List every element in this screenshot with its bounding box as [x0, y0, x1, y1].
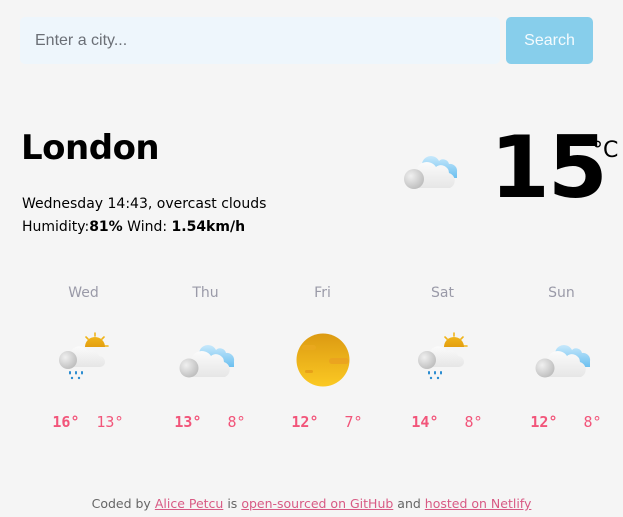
wind-label: Wind: — [127, 219, 168, 235]
cloud-icon — [533, 331, 591, 389]
forecast-temps: 13° 8° — [146, 413, 265, 431]
forecast-day: Thu 13° 8° — [146, 283, 265, 443]
forecast-day: Sat 14° 8° — [383, 283, 502, 443]
forecast-max-temp: 16° — [52, 413, 80, 431]
footer-is: is — [227, 496, 238, 511]
current-temperature: 15 — [490, 118, 608, 218]
forecast-min-temp: 8° — [227, 413, 246, 431]
footer-and: and — [397, 496, 421, 511]
forecast-day-name: Wed — [68, 285, 99, 301]
wind-value: 1.54km/h — [171, 219, 246, 235]
forecast-day: Fri 12° 7° — [263, 283, 382, 443]
date-description-line: Wednesday 14:43, overcast clouds — [22, 196, 267, 212]
forecast-min-temp: 7° — [344, 413, 363, 431]
forecast-min-temp: 13° — [96, 413, 124, 431]
forecast-temps: 14° 8° — [383, 413, 502, 431]
forecast: Wed 16° 13° Thu 13° 8° Fri 12° 7° Sat 14… — [24, 283, 623, 443]
humidity-value: 81% — [89, 219, 123, 235]
forecast-temps: 12° 7° — [263, 413, 382, 431]
netlify-link[interactable]: hosted on Netlify — [425, 496, 532, 511]
forecast-max-temp: 12° — [291, 413, 319, 431]
forecast-max-temp: 14° — [411, 413, 439, 431]
cloud-icon — [177, 331, 235, 389]
forecast-max-temp: 12° — [530, 413, 558, 431]
forecast-day-name: Fri — [314, 285, 331, 301]
current-day-time: Wednesday 14:43 — [22, 196, 148, 212]
rain-sun-cloud-icon — [414, 331, 472, 389]
weather-description: overcast clouds — [156, 196, 267, 212]
forecast-max-temp: 13° — [174, 413, 202, 431]
forecast-min-temp: 8° — [464, 413, 483, 431]
weather-app: Search London Wednesday 14:43, overcast … — [0, 0, 623, 517]
rain-sun-cloud-icon — [55, 331, 113, 389]
overcast-clouds-icon — [400, 148, 460, 192]
forecast-day-name: Thu — [192, 285, 219, 301]
forecast-day: Wed 16° 13° — [24, 283, 143, 443]
footer-prefix: Coded by — [91, 496, 151, 511]
humidity-label: Humidity: — [22, 219, 90, 235]
search-form: Search — [20, 17, 593, 64]
author-link[interactable]: Alice Petcu — [155, 496, 224, 511]
forecast-day-name: Sun — [548, 285, 575, 301]
sun-icon — [294, 331, 352, 389]
search-button[interactable]: Search — [506, 17, 593, 64]
city-search-input[interactable] — [20, 17, 500, 64]
forecast-temps: 16° 13° — [24, 413, 143, 431]
forecast-temps: 12° 8° — [502, 413, 621, 431]
forecast-day: Sun 12° 8° — [502, 283, 621, 443]
forecast-min-temp: 8° — [583, 413, 602, 431]
github-link[interactable]: open-sourced on GitHub — [241, 496, 393, 511]
temperature-unit: °C — [592, 138, 619, 163]
footer: Coded by Alice Petcu is open-sourced on … — [0, 496, 623, 511]
weather-details: Wednesday 14:43, overcast clouds Humidit… — [22, 193, 266, 239]
forecast-day-name: Sat — [431, 285, 454, 301]
humidity-wind-line: Humidity:81% Wind: 1.54km/h — [22, 216, 266, 239]
city-name: London — [21, 128, 160, 168]
